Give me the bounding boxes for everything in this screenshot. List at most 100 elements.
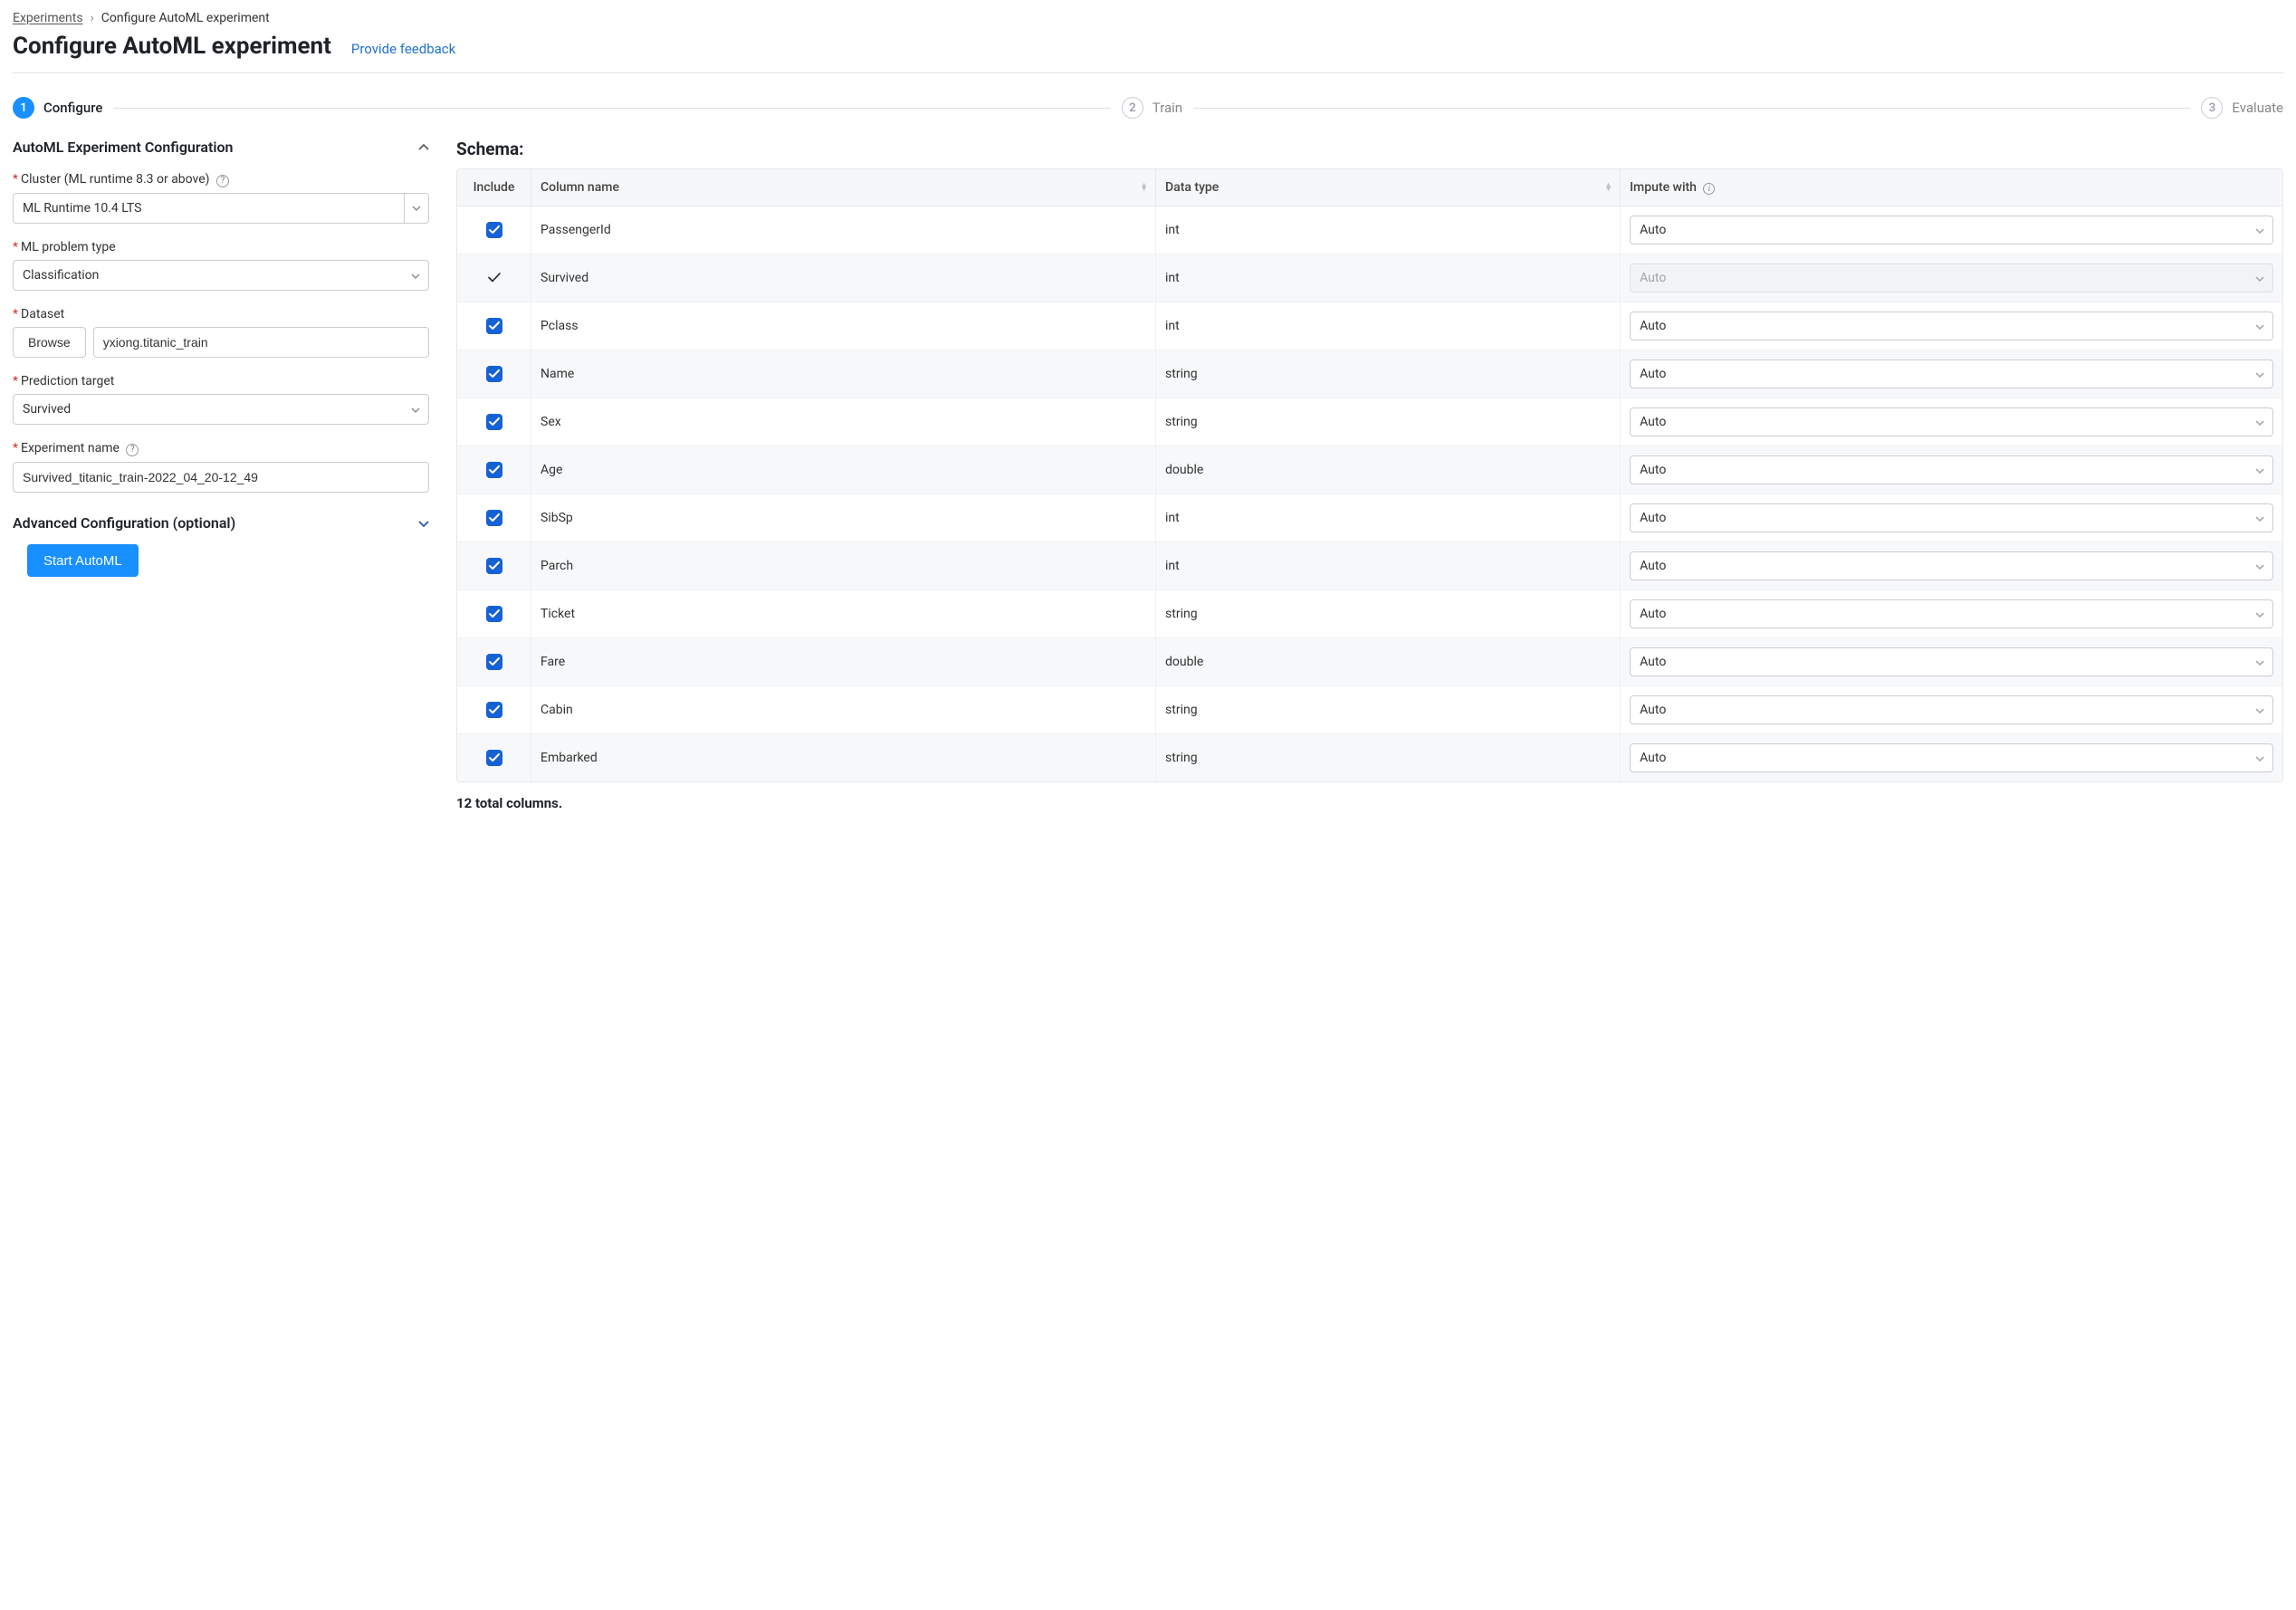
ml-problem-value: Classification [23, 268, 99, 283]
ml-problem-label: *ML problem type [13, 240, 429, 254]
advanced-config-title: Advanced Configuration (optional) [13, 514, 235, 532]
help-icon[interactable]: ? [216, 175, 229, 187]
include-checkbox[interactable] [486, 654, 502, 670]
impute-value: Auto [1640, 367, 1666, 381]
impute-value: Auto [1640, 223, 1666, 237]
data-type-cell: string [1156, 590, 1621, 638]
impute-select[interactable]: Auto [1630, 311, 2273, 340]
data-type-cell: string [1156, 734, 1621, 781]
data-type-cell: string [1156, 398, 1621, 446]
browse-button[interactable]: Browse [13, 327, 86, 358]
include-checkbox[interactable] [486, 414, 502, 430]
impute-value: Auto [1640, 415, 1666, 429]
config-section-header[interactable]: AutoML Experiment Configuration [13, 139, 429, 156]
step-number-3: 3 [2201, 97, 2223, 119]
column-name-cell: Embarked [531, 734, 1156, 781]
step-label-configure: Configure [43, 100, 102, 116]
experiment-name-input[interactable] [13, 462, 429, 493]
impute-select[interactable]: Auto [1630, 407, 2273, 436]
column-name-cell: Cabin [531, 686, 1156, 734]
impute-select[interactable]: Auto [1630, 503, 2273, 532]
chevron-down-icon [2255, 415, 2264, 429]
table-row: PclassintAuto [457, 302, 2282, 350]
table-row: SibSpintAuto [457, 494, 2282, 542]
include-checkbox[interactable] [486, 510, 502, 526]
page-title: Configure AutoML experiment [13, 33, 331, 60]
include-checkbox[interactable] [486, 462, 502, 478]
column-header-impute: Impute with i [1621, 169, 2282, 206]
ml-problem-select[interactable]: Classification [13, 260, 429, 291]
impute-value: Auto [1640, 607, 1666, 621]
column-name-cell: Pclass [531, 302, 1156, 350]
impute-select[interactable]: Auto [1630, 551, 2273, 580]
table-row: ParchintAuto [457, 542, 2282, 590]
prediction-target-select[interactable]: Survived [13, 394, 429, 425]
chevron-down-icon [2255, 703, 2264, 717]
impute-select[interactable]: Auto [1630, 216, 2273, 244]
impute-select[interactable]: Auto [1630, 359, 2273, 388]
data-type-cell: int [1156, 206, 1621, 254]
cluster-value: ML Runtime 10.4 LTS [14, 201, 404, 216]
sort-icon: ▲▼ [1604, 184, 1612, 191]
info-icon[interactable]: i [1703, 183, 1715, 195]
table-row: Cabinstring Auto [457, 686, 2282, 734]
include-checkbox[interactable] [486, 558, 502, 574]
include-checkbox[interactable] [486, 606, 502, 622]
chevron-down-icon [2255, 655, 2264, 669]
include-checkbox[interactable] [486, 222, 502, 238]
total-columns-text: 12 total columns. [456, 795, 2283, 811]
table-row: SurvivedintAuto [457, 254, 2282, 302]
step-configure[interactable]: 1 Configure [13, 97, 102, 119]
stepper: 1 Configure 2 Train 3 Evaluate [13, 73, 2283, 139]
data-type-cell: string [1156, 350, 1621, 398]
table-row: Sexstring Auto [457, 398, 2282, 446]
provide-feedback-link[interactable]: Provide feedback [351, 41, 455, 57]
table-row: FaredoubleAuto [457, 638, 2282, 686]
dataset-label: *Dataset [13, 307, 429, 321]
chevron-down-icon [2255, 223, 2264, 237]
column-name-cell: Age [531, 446, 1156, 494]
chevron-down-icon [405, 206, 428, 211]
include-checkbox[interactable] [486, 750, 502, 766]
column-name-cell: Sex [531, 398, 1156, 446]
data-type-cell: int [1156, 542, 1621, 590]
chevron-down-icon [2255, 511, 2264, 525]
config-section-title: AutoML Experiment Configuration [13, 139, 233, 156]
include-checkbox[interactable] [486, 318, 502, 334]
chevron-down-icon [2255, 271, 2264, 285]
include-checkbox[interactable] [486, 702, 502, 718]
column-header-datatype[interactable]: Data type ▲▼ [1156, 169, 1621, 206]
data-type-cell: int [1156, 254, 1621, 302]
sort-icon: ▲▼ [1140, 184, 1148, 191]
help-icon[interactable]: ? [126, 444, 139, 456]
impute-select[interactable]: Auto [1630, 743, 2273, 772]
impute-select[interactable]: Auto [1630, 647, 2273, 676]
chevron-down-icon [2255, 463, 2264, 477]
impute-select[interactable]: Auto [1630, 455, 2273, 484]
check-icon [487, 270, 502, 284]
impute-value: Auto [1640, 655, 1666, 669]
step-number-1: 1 [13, 97, 34, 119]
step-evaluate[interactable]: 3 Evaluate [2201, 97, 2283, 119]
impute-select[interactable]: Auto [1630, 695, 2273, 724]
start-automl-button[interactable]: Start AutoML [27, 544, 139, 577]
column-header-name[interactable]: Column name ▲▼ [531, 169, 1156, 206]
include-checkbox[interactable] [486, 366, 502, 382]
chevron-down-icon [2255, 751, 2264, 765]
cluster-select[interactable]: ML Runtime 10.4 LTS [13, 193, 429, 224]
breadcrumb-experiments-link[interactable]: Experiments [13, 11, 83, 25]
chevron-right-icon: › [91, 11, 94, 25]
impute-value: Auto [1640, 751, 1666, 765]
column-header-include[interactable]: Include [457, 169, 531, 206]
impute-value: Auto [1640, 463, 1666, 477]
chevron-down-icon [2255, 319, 2264, 333]
impute-select[interactable]: Auto [1630, 599, 2273, 628]
data-type-cell: string [1156, 686, 1621, 734]
column-name-cell: Survived [531, 254, 1156, 302]
column-name-cell: SibSp [531, 494, 1156, 542]
column-name-cell: PassengerId [531, 206, 1156, 254]
advanced-config-header[interactable]: Advanced Configuration (optional) [13, 514, 429, 532]
step-train[interactable]: 2 Train [1122, 97, 1182, 119]
table-row: TicketstringAuto [457, 590, 2282, 638]
dataset-input[interactable] [93, 327, 429, 358]
